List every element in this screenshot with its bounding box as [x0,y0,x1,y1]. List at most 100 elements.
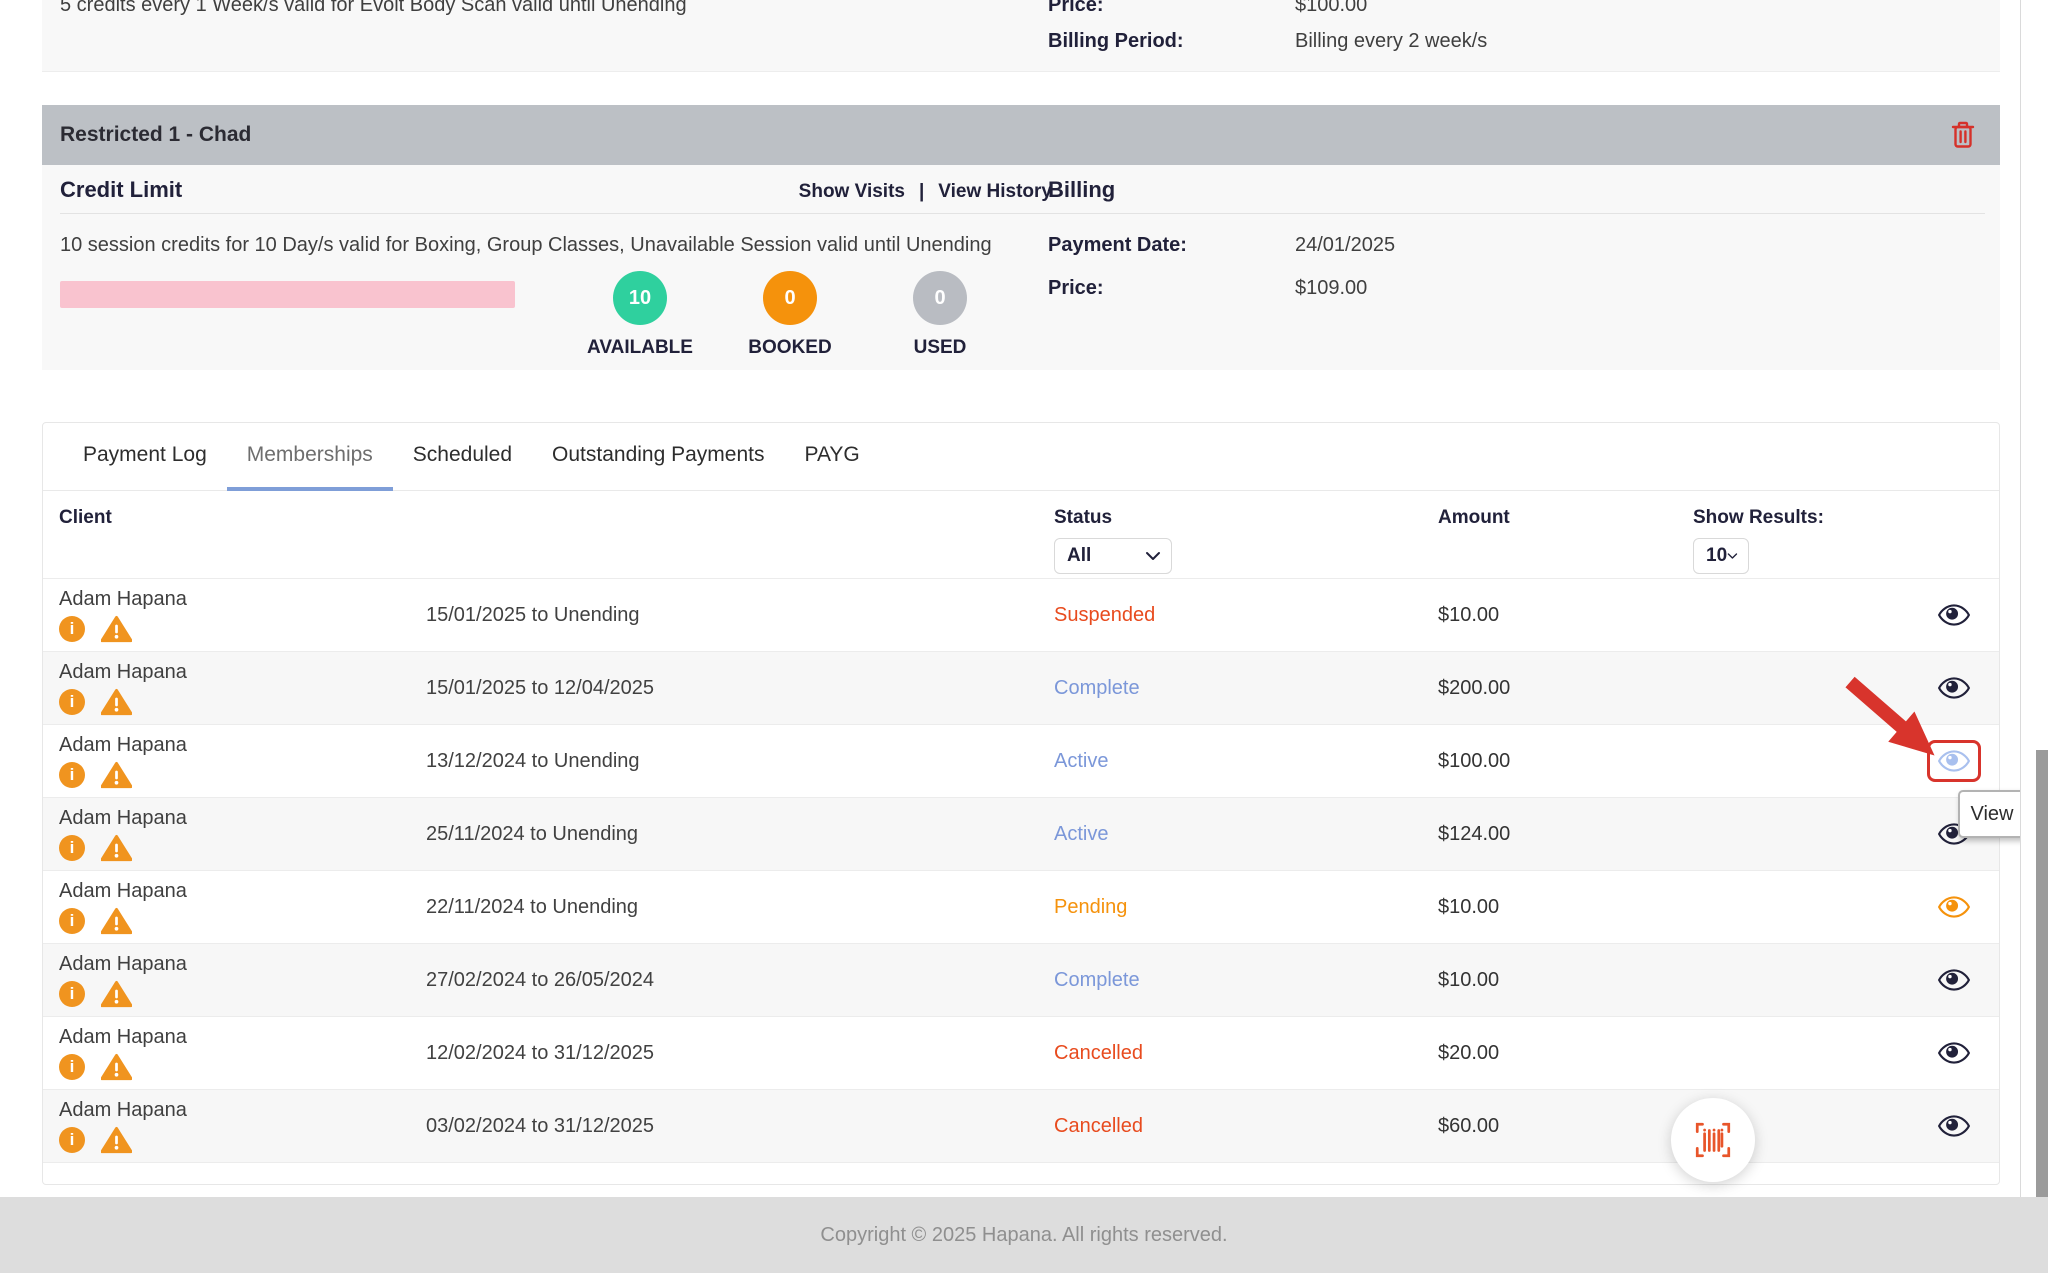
credit-stats: 10 AVAILABLE 0 BOOKED 0 USED [587,271,993,359]
price-row: Price: $100.00 [1048,0,1367,17]
membership-status: Suspended [1054,604,1438,627]
scrollbar-thumb[interactable] [2036,750,2048,1273]
client-name: Adam Hapana [59,880,426,903]
client-cell: Adam Hapana i [59,1026,426,1081]
tab-scheduled[interactable]: Scheduled [393,423,532,491]
credit-limit-heading: Credit Limit [60,165,182,203]
membership-period: 22/11/2024 to Unending [426,896,1054,919]
table-header: Client Status All Amount Show Results: 1… [43,491,1999,579]
billing-period-value: Billing every 2 week/s [1295,30,1487,53]
warning-icon[interactable] [101,834,132,862]
view-eye-icon [1937,967,1971,993]
status-filter-select[interactable]: All [1054,538,1172,574]
credit-limit-divider [60,213,1052,214]
client-name: Adam Hapana [59,953,426,976]
credit-limit-description: 10 session credits for 10 Day/s valid fo… [60,234,1052,257]
page: 5 credits every 1 Week/s valid for Evolt… [0,0,2048,1273]
billing-period-label: Billing Period: [1048,30,1295,53]
info-icon[interactable]: i [59,981,85,1007]
info-icon[interactable]: i [59,689,85,715]
client-cell: Adam Hapana i [59,1099,426,1154]
warning-icon[interactable] [101,761,132,789]
barcode-scan-button[interactable] [1671,1098,1755,1182]
info-icon[interactable]: i [59,1054,85,1080]
show-visits-link[interactable]: Show Visits [799,181,905,203]
warning-icon[interactable] [101,1053,132,1081]
stat-label: BOOKED [748,337,831,359]
trash-icon [1950,120,1976,150]
view-eye-icon [1937,748,1971,774]
membership-status: Active [1054,750,1438,773]
scrollbar-track[interactable] [2020,0,2048,1273]
client-cell: Adam Hapana i [59,734,426,789]
billing-period-row: Billing Period: Billing every 2 week/s [1048,30,1487,53]
table-row: Adam Hapana i 25/11/2024 to Unending Act… [43,798,1999,871]
warning-icon[interactable] [101,615,132,643]
membership-status: Cancelled [1054,1115,1438,1138]
billing-price-row: Price: $109.00 [1048,277,1985,300]
eye-highlight-box[interactable] [1927,1032,1981,1074]
client-cell: Adam Hapana i [59,807,426,862]
membership-status: Cancelled [1054,1042,1438,1065]
tab-outstanding-payments[interactable]: Outstanding Payments [532,423,784,491]
show-results-select[interactable]: 10 [1693,538,1749,574]
amount-column-header: Amount [1438,507,1510,528]
warning-icon[interactable] [101,688,132,716]
chevron-down-icon [1145,551,1161,561]
client-name: Adam Hapana [59,661,426,684]
warning-icon[interactable] [101,907,132,935]
membership-card-body: Credit Limit Show Visits | View History … [42,165,2000,370]
warning-icon[interactable] [101,1126,132,1154]
membership-card-header: Restricted 1 - Chad [42,105,2000,165]
credit-limit-section: Credit Limit Show Visits | View History … [60,165,1052,359]
warning-icon[interactable] [101,980,132,1008]
billing-price-label: Price: [1048,277,1295,300]
billing-section: Billing Payment Date: 24/01/2025 Price: … [1048,165,1985,320]
client-cell: Adam Hapana i [59,588,426,643]
eye-highlight-box[interactable] [1927,1105,1981,1147]
info-icon[interactable]: i [59,908,85,934]
membership-period: 12/02/2024 to 31/12/2025 [426,1042,1054,1065]
billing-divider [1048,213,1985,214]
eye-highlight-box[interactable] [1927,886,1981,928]
client-name: Adam Hapana [59,807,426,830]
info-icon[interactable]: i [59,616,85,642]
info-icon[interactable]: i [59,1127,85,1153]
tabs: Payment Log Memberships Scheduled Outsta… [43,423,1999,491]
stat-circle: 0 [913,271,967,325]
tab-payg[interactable]: PAYG [785,423,880,491]
view-eye-icon [1937,1040,1971,1066]
page-footer: Copyright © 2025 Hapana. All rights rese… [0,1197,2048,1273]
eye-highlight-box[interactable] [1927,667,1981,709]
view-tooltip-label: View [1971,803,2014,826]
membership-amount: $10.00 [1438,604,1693,627]
membership-period: 25/11/2024 to Unending [426,823,1054,846]
credit-stat: 0 BOOKED [737,271,843,359]
info-icon[interactable]: i [59,835,85,861]
view-history-link[interactable]: View History [938,181,1052,203]
info-icon[interactable]: i [59,762,85,788]
link-divider: | [919,181,924,203]
stat-circle: 10 [613,271,667,325]
tab-payment-log[interactable]: Payment Log [63,423,227,491]
view-tooltip: View [1958,790,2026,838]
eye-highlight-box[interactable] [1927,740,1981,782]
membership-amount: $10.00 [1438,896,1693,919]
status-column-header: Status [1054,507,1112,528]
copyright-text: Copyright © 2025 Hapana. All rights rese… [820,1224,1227,1247]
credit-description: 5 credits every 1 Week/s valid for Evolt… [60,0,687,17]
membership-amount: $20.00 [1438,1042,1693,1065]
delete-membership-button[interactable] [1950,120,1976,150]
client-name: Adam Hapana [59,588,426,611]
client-name: Adam Hapana [59,1026,426,1049]
membership-status: Complete [1054,969,1438,992]
stat-label: USED [914,337,967,359]
view-eye-icon [1937,894,1971,920]
eye-highlight-box[interactable] [1927,959,1981,1001]
client-cell: Adam Hapana i [59,880,426,935]
eye-highlight-box[interactable] [1927,594,1981,636]
membership-period: 03/02/2024 to 31/12/2025 [426,1115,1054,1138]
tab-memberships[interactable]: Memberships [227,423,393,491]
payment-date-label: Payment Date: [1048,234,1295,257]
membership-rows: Adam Hapana i 15/01/2025 to Unending Sus… [43,579,1999,1163]
